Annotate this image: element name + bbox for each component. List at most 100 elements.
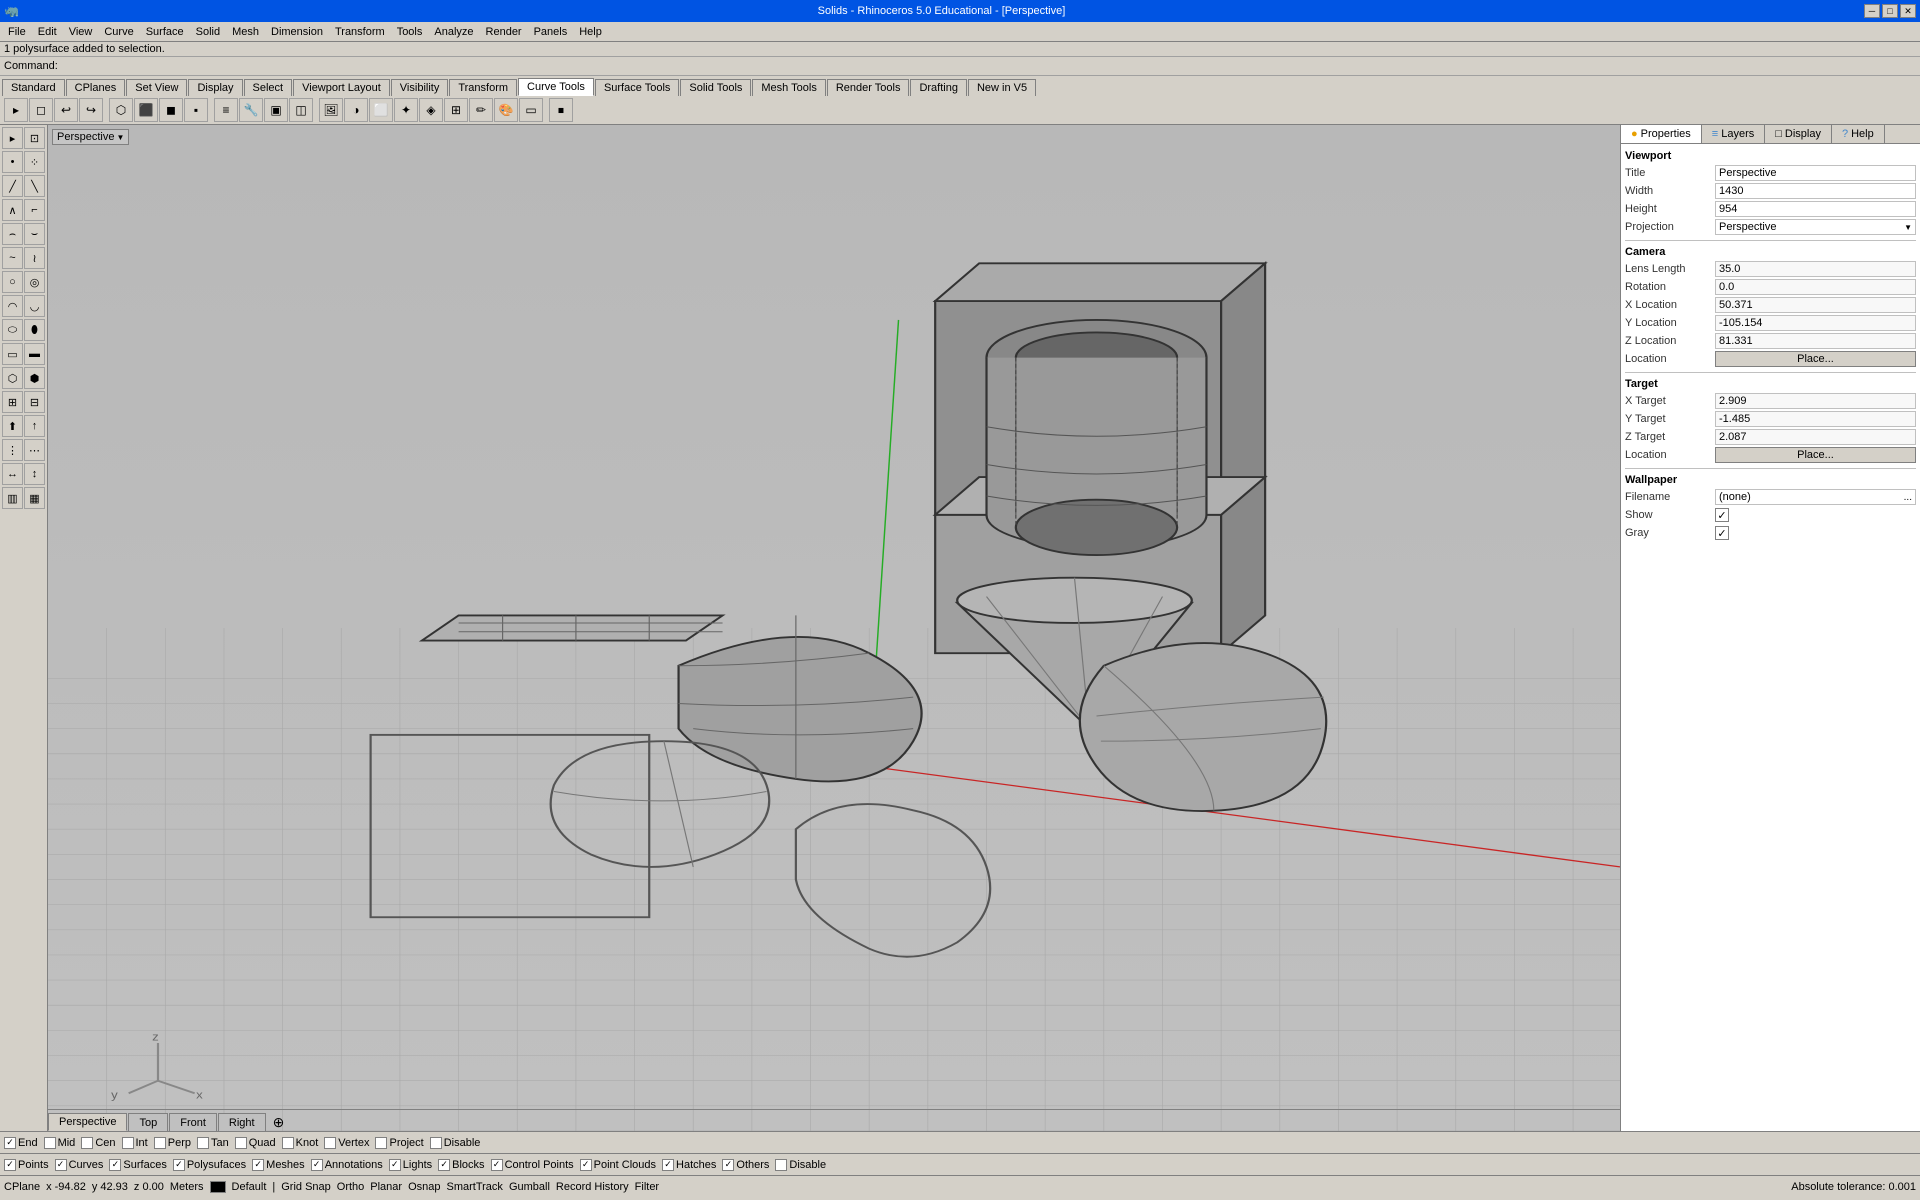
command-input[interactable] — [60, 58, 360, 74]
status-filter[interactable]: Filter — [635, 1181, 659, 1193]
lt-arc[interactable]: ◠ — [2, 295, 23, 317]
lt-mesh-sub[interactable]: ⋯ — [24, 439, 45, 461]
snap-cp-check[interactable] — [491, 1159, 503, 1171]
tab-surface-tools[interactable]: Surface Tools — [595, 79, 679, 96]
lt-arc-sub[interactable]: ◡ — [24, 295, 45, 317]
tb-icon-15[interactable]: ⬜ — [369, 98, 393, 122]
viewport-container[interactable]: Perspective ▼ — [48, 125, 1620, 1131]
canvas-3d[interactable]: x z y — [48, 125, 1620, 1131]
snap-annotations[interactable]: Annotations — [311, 1159, 383, 1171]
tb-icon-2[interactable]: ◻ — [29, 98, 53, 122]
lt-surface-sub[interactable]: ⊟ — [24, 391, 45, 413]
prop-gray-checkbox[interactable]: ✓ — [1715, 526, 1729, 540]
panel-tab-help[interactable]: ? Help — [1832, 125, 1885, 143]
prop-value-zloc[interactable]: 81.331 — [1715, 333, 1916, 349]
lt-extrude[interactable]: ⬆ — [2, 415, 23, 437]
snap-control-points[interactable]: Control Points — [491, 1159, 574, 1171]
tb-icon-11[interactable]: ▣ — [264, 98, 288, 122]
tb-icon-19[interactable]: ✏ — [469, 98, 493, 122]
osnap-end-check[interactable] — [4, 1137, 16, 1149]
lt-polygon-sub[interactable]: ⬢ — [24, 367, 45, 389]
menu-view[interactable]: View — [63, 24, 99, 40]
snap-lights[interactable]: Lights — [389, 1159, 432, 1171]
osnap-int-check[interactable] — [122, 1137, 134, 1149]
osnap-vertex-check[interactable] — [324, 1137, 336, 1149]
snap-meshes[interactable]: Meshes — [252, 1159, 305, 1171]
tb-icon-14[interactable]: ◑ — [344, 98, 368, 122]
lt-mesh[interactable]: ⋮ — [2, 439, 23, 461]
lt-extrude-sub[interactable]: ↑ — [24, 415, 45, 437]
prop-show-checkbox[interactable]: ✓ — [1715, 508, 1729, 522]
tb-icon-22[interactable]: ⏹ — [549, 98, 573, 122]
panel-tab-layers[interactable]: ≡ Layers — [1702, 125, 1765, 143]
osnap-end[interactable]: End — [4, 1137, 38, 1149]
osnap-int[interactable]: Int — [122, 1137, 148, 1149]
tb-icon-9[interactable]: ≡ — [214, 98, 238, 122]
lt-ellipse-sub[interactable]: ⬮ — [24, 319, 45, 341]
tab-transform[interactable]: Transform — [449, 79, 517, 96]
lt-curve-sub[interactable]: ⌣ — [24, 223, 45, 245]
tab-new-in-v5[interactable]: New in V5 — [968, 79, 1036, 96]
snap-others[interactable]: Others — [722, 1159, 769, 1171]
osnap-project[interactable]: Project — [375, 1137, 423, 1149]
lt-ellipse[interactable]: ⬭ — [2, 319, 23, 341]
menu-file[interactable]: File — [2, 24, 32, 40]
status-gumball[interactable]: Gumball — [509, 1181, 550, 1193]
snap-polysurfaces[interactable]: Polysufaces — [173, 1159, 246, 1171]
menu-mesh[interactable]: Mesh — [226, 24, 265, 40]
status-osnap[interactable]: Osnap — [408, 1181, 440, 1193]
status-gridsnap[interactable]: Grid Snap — [281, 1181, 331, 1193]
panel-tab-display[interactable]: □ Display — [1765, 125, 1832, 143]
prop-value-lens[interactable]: 35.0 — [1715, 261, 1916, 277]
prop-value-rotation[interactable]: 0.0 — [1715, 279, 1916, 295]
prop-value-ytgt[interactable]: -1.485 — [1715, 411, 1916, 427]
filename-browse-icon[interactable]: ... — [1904, 492, 1912, 503]
menu-tools[interactable]: Tools — [391, 24, 429, 40]
snap-points-check[interactable] — [4, 1159, 16, 1171]
vp-tab-add[interactable]: ⊕ — [267, 1113, 291, 1131]
snap-blocks[interactable]: Blocks — [438, 1159, 484, 1171]
tb-icon-5[interactable]: ⬡ — [109, 98, 133, 122]
osnap-project-check[interactable] — [375, 1137, 387, 1149]
tab-select[interactable]: Select — [244, 79, 293, 96]
tab-visibility[interactable]: Visibility — [391, 79, 449, 96]
vp-tab-perspective[interactable]: Perspective — [48, 1113, 127, 1131]
lt-polygon[interactable]: ⬡ — [2, 367, 23, 389]
tb-icon-7[interactable]: ◼ — [159, 98, 183, 122]
tab-solid-tools[interactable]: Solid Tools — [680, 79, 751, 96]
prop-value-yloc[interactable]: -105.154 — [1715, 315, 1916, 331]
lt-dim[interactable]: ↔ — [2, 463, 23, 485]
tb-icon-1[interactable]: ▸ — [4, 98, 28, 122]
snap-ann-check[interactable] — [311, 1159, 323, 1171]
lt-point[interactable]: • — [2, 151, 23, 173]
lt-circle-sub[interactable]: ◎ — [24, 271, 45, 293]
snap-disable-check[interactable] — [775, 1159, 787, 1171]
osnap-tan[interactable]: Tan — [197, 1137, 229, 1149]
prop-value-xloc[interactable]: 50.371 — [1715, 297, 1916, 313]
osnap-mid[interactable]: Mid — [44, 1137, 76, 1149]
menu-surface[interactable]: Surface — [140, 24, 190, 40]
status-ortho[interactable]: Ortho — [337, 1181, 365, 1193]
vp-tab-top[interactable]: Top — [128, 1113, 168, 1131]
lt-freeform-sub[interactable]: ≀ — [24, 247, 45, 269]
tb-icon-16[interactable]: ✦ — [394, 98, 418, 122]
menu-edit[interactable]: Edit — [32, 24, 63, 40]
tb-icon-4[interactable]: ↪ — [79, 98, 103, 122]
lt-line-sub[interactable]: ╲ — [24, 175, 45, 197]
panel-tab-properties[interactable]: ● Properties — [1621, 125, 1702, 143]
lt-freeform[interactable]: ~ — [2, 247, 23, 269]
viewport-label[interactable]: Perspective ▼ — [52, 129, 129, 145]
osnap-cen-check[interactable] — [81, 1137, 93, 1149]
prop-value-xtgt[interactable]: 2.909 — [1715, 393, 1916, 409]
maximize-button[interactable]: □ — [1882, 4, 1898, 18]
menu-analyze[interactable]: Analyze — [428, 24, 479, 40]
osnap-disable[interactable]: Disable — [430, 1137, 481, 1149]
osnap-disable-check[interactable] — [430, 1137, 442, 1149]
status-record-history[interactable]: Record History — [556, 1181, 629, 1193]
tb-icon-20[interactable]: 🎨 — [494, 98, 518, 122]
tb-icon-17[interactable]: ◈ — [419, 98, 443, 122]
osnap-cen[interactable]: Cen — [81, 1137, 115, 1149]
prop-value-projection[interactable]: Perspective ▼ — [1715, 219, 1916, 235]
lt-line[interactable]: ╱ — [2, 175, 23, 197]
osnap-quad-check[interactable] — [235, 1137, 247, 1149]
